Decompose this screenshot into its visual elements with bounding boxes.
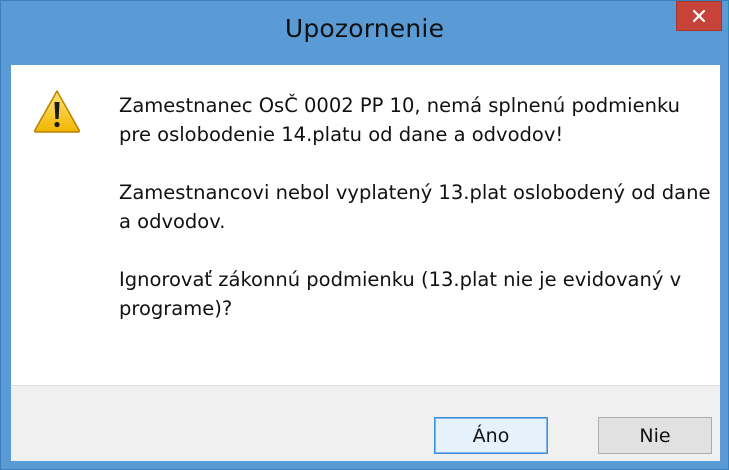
dialog-content: Zamestnanec OsČ 0002 PP 10, nemá splnenú… xyxy=(11,65,720,385)
title-bar[interactable]: Upozornenie xyxy=(1,1,728,65)
message-paragraph-3: Ignorovať zákonnú podmienku (13.plat nie… xyxy=(119,268,682,320)
dialog-title: Upozornenie xyxy=(284,14,445,43)
dialog-window: Upozornenie Zamestnanec OsČ 0002 PP 10, … xyxy=(0,0,729,470)
message-paragraph-1: Zamestnanec OsČ 0002 PP 10, nemá splnenú… xyxy=(119,94,680,146)
close-icon xyxy=(692,9,706,23)
no-button-label: Nie xyxy=(639,424,671,447)
warning-icon xyxy=(33,90,81,133)
yes-button[interactable]: Áno xyxy=(434,417,548,454)
message-text: Zamestnanec OsČ 0002 PP 10, nemá splnenú… xyxy=(119,91,715,323)
yes-button-label: Áno xyxy=(472,424,510,447)
button-bar: Áno Nie xyxy=(11,385,720,461)
close-button[interactable] xyxy=(676,1,722,31)
message-paragraph-2: Zamestnancovi nebol vyplatený 13.plat os… xyxy=(119,181,711,233)
no-button[interactable]: Nie xyxy=(598,417,712,454)
